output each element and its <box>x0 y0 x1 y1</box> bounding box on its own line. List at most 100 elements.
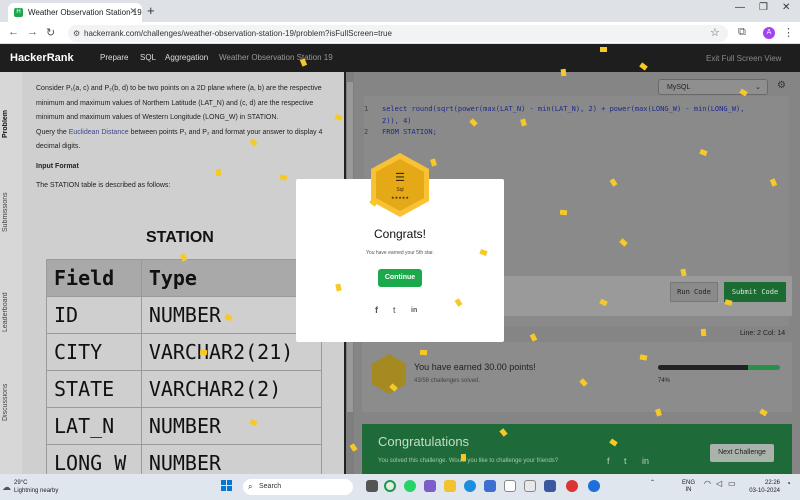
address-bar[interactable]: ⚙ hackerrank.com/challenges/weather-obse… <box>68 25 728 42</box>
type-cell: VARCHAR2(21) <box>140 333 323 371</box>
rail-tab-leaderboard[interactable]: Leaderboard <box>2 282 20 342</box>
table-header-row: Field Type <box>46 259 323 297</box>
banner-title: Congratulations <box>378 434 470 449</box>
header-field: Field <box>46 259 142 297</box>
taskbar-search[interactable]: ⌕ Search <box>243 479 353 495</box>
euclidean-distance-link[interactable]: Euclidean Distance <box>69 129 129 136</box>
chrome-taskbar-icon[interactable] <box>384 480 396 492</box>
continue-button[interactable]: Continue <box>378 269 422 287</box>
type-cell: VARCHAR2(2) <box>140 370 323 408</box>
congratulations-banner: Congratulations You solved this challeng… <box>362 424 792 474</box>
bookmark-star-icon[interactable]: ☆ <box>710 26 720 39</box>
clock-date: 03-10-2024 <box>749 488 780 494</box>
congrats-modal: ☰ Sql ★★★★★ Congrats! You have earned yo… <box>296 153 504 342</box>
tab-title: Weather Observation Station 19 <box>28 8 142 17</box>
sql-badge-icon <box>372 354 406 394</box>
store-icon[interactable] <box>484 480 496 492</box>
nav-link-sql[interactable]: SQL <box>140 53 156 62</box>
type-cell: NUMBER <box>140 296 323 334</box>
browser-tab-strip: H Weather Observation Station 19 ✕ + — ❐… <box>0 0 800 22</box>
language-indicator[interactable]: ENG IN <box>682 480 695 494</box>
battery-icon[interactable]: ▭ <box>728 480 736 488</box>
url-text: hackerrank.com/challenges/weather-observ… <box>84 29 392 38</box>
edge-icon[interactable] <box>464 480 476 492</box>
confetti-piece <box>215 168 222 177</box>
vscode-like-icon[interactable] <box>544 480 556 492</box>
chrome-active-icon[interactable] <box>566 480 578 492</box>
minimize-icon[interactable]: — <box>735 2 745 13</box>
rail-tab-problem[interactable]: Problem <box>2 94 20 154</box>
left-rail: Problem Submissions Leaderboard Discussi… <box>0 72 22 474</box>
confetti-piece <box>639 354 648 361</box>
browser-tab[interactable]: H Weather Observation Station 19 ✕ <box>8 3 142 22</box>
linkedin-share-icon[interactable]: in <box>411 307 417 314</box>
nav-link-current-challenge: Weather Observation Station 19 <box>219 53 333 62</box>
back-icon[interactable]: ← <box>8 26 19 38</box>
reload-icon[interactable]: ↻ <box>46 26 55 39</box>
site-info-icon[interactable]: ⚙ <box>73 25 80 42</box>
profile-avatar[interactable]: A <box>763 27 775 39</box>
banner-subtitle: You solved this challenge. Would you lik… <box>378 458 559 464</box>
badge-label: Sql <box>396 187 404 193</box>
code-line[interactable]: 2 FROM STATION; <box>364 128 437 136</box>
rail-tab-discussions[interactable]: Discussions <box>2 372 20 432</box>
linkedin-share-icon[interactable]: in <box>642 456 649 466</box>
system-clock[interactable]: 22:26 03-10-2024 <box>746 479 780 495</box>
facebook-share-icon[interactable]: f <box>375 305 378 315</box>
hackerrank-logo[interactable]: HackerRank <box>10 52 74 64</box>
facebook-share-icon[interactable]: f <box>607 456 610 466</box>
next-challenge-button[interactable]: Next Challenge <box>710 444 774 462</box>
confetti-piece <box>600 47 607 52</box>
table-row: CITY VARCHAR2(21) <box>46 333 323 371</box>
file-explorer-icon[interactable] <box>444 480 456 492</box>
tray-expand-icon[interactable]: ⌃ <box>650 480 655 487</box>
language-select[interactable]: MySQL ⌄ <box>658 79 768 95</box>
forward-icon[interactable]: → <box>27 26 38 38</box>
type-cell: NUMBER <box>140 407 323 445</box>
task-view-icon[interactable] <box>366 480 378 492</box>
table-row: STATE VARCHAR2(2) <box>46 370 323 408</box>
database-icon: ☰ <box>395 172 405 184</box>
notepad-icon[interactable] <box>504 480 516 492</box>
table-row: ID NUMBER <box>46 296 323 334</box>
confetti-piece <box>700 328 707 337</box>
rail-tab-submissions[interactable]: Submissions <box>2 182 20 242</box>
weather-icon[interactable]: ☁ <box>2 482 11 493</box>
editor-settings-icon[interactable]: ⚙ <box>777 80 786 91</box>
progress-fill <box>658 365 749 370</box>
code-line[interactable]: 1 select round(sqrt(power(max(LAT_N) - mi… <box>364 105 744 113</box>
submit-code-button[interactable]: Submit Code <box>724 282 786 302</box>
table-title: STATION <box>146 229 214 246</box>
progress-percent: 74% <box>658 378 671 384</box>
nav-link-prepare[interactable]: Prepare <box>100 53 128 62</box>
new-tab-icon[interactable]: + <box>147 3 155 18</box>
windows-taskbar: ☁ 29°C Lightning nearby ⌕ Search ⌃ ENG I… <box>0 474 800 500</box>
close-tab-icon[interactable]: ✕ <box>129 6 137 17</box>
twitter-share-icon[interactable]: t <box>624 456 627 466</box>
field-cell: CITY <box>46 333 142 371</box>
extensions-icon[interactable]: ⧉ <box>738 26 746 39</box>
volume-icon[interactable]: ◁ <box>716 480 722 488</box>
copilot-icon[interactable] <box>424 480 436 492</box>
code-line[interactable]: 2)), 4) <box>364 117 412 125</box>
search-icon: ⌕ <box>248 482 253 491</box>
modal-subtitle: You have earned your 5th star. <box>366 250 434 256</box>
field-cell: LAT_N <box>46 407 142 445</box>
browser-icon[interactable] <box>588 480 600 492</box>
table-row: LAT_N NUMBER <box>46 407 323 445</box>
browser-menu-icon[interactable]: ⋮ <box>783 26 794 39</box>
exit-full-screen-link[interactable]: Exit Full Screen View <box>706 54 781 63</box>
nav-link-aggregation[interactable]: Aggregation <box>165 53 208 62</box>
browser-toolbar: ← → ↻ ⚙ hackerrank.com/challenges/weathe… <box>0 22 800 44</box>
restore-icon[interactable]: ❐ <box>759 2 768 13</box>
app-icon[interactable] <box>524 480 536 492</box>
close-window-icon[interactable]: ✕ <box>782 2 790 13</box>
weather-widget[interactable]: 29°C Lightning nearby <box>14 479 58 495</box>
twitter-share-icon[interactable]: t <box>393 305 396 315</box>
windows-start-icon[interactable] <box>221 480 233 492</box>
notifications-icon[interactable]: ◔ <box>786 480 791 488</box>
run-code-button[interactable]: Run Code <box>670 282 718 302</box>
wifi-icon[interactable]: ◠ <box>704 480 711 488</box>
whatsapp-icon[interactable] <box>404 480 416 492</box>
confetti-piece <box>460 453 467 462</box>
